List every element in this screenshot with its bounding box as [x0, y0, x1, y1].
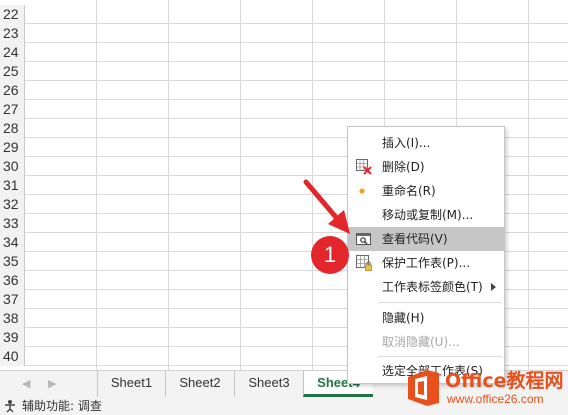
row-header[interactable]: 37 [0, 290, 25, 309]
menu-item-label: 隐藏(H) [382, 311, 425, 325]
sheet-tab-sheet2[interactable]: Sheet2 [165, 371, 234, 397]
menu-item-protect-sheet[interactable]: 保护工作表(P)... [348, 251, 504, 275]
menu-item-label: 删除(D) [382, 160, 425, 174]
scroll-tabs-right-icon[interactable]: ▶ [48, 377, 56, 390]
menu-item-delete[interactable]: 删除(D) [348, 155, 504, 179]
grid-row: 26 [0, 81, 568, 100]
menu-item-insert[interactable]: 插入(I)... [348, 131, 504, 155]
bullet-icon [359, 188, 365, 194]
grid-row: 27 [0, 100, 568, 119]
grid-row: 22 [0, 5, 568, 24]
row-header[interactable]: 40 [0, 347, 25, 366]
menu-item-label: 移动或复制(M)... [382, 208, 474, 222]
grid-row: 23 [0, 24, 568, 43]
sheet-tab-sheet1[interactable]: Sheet1 [97, 371, 165, 397]
menu-item-label: 取消隐藏(U)... [382, 335, 460, 349]
menu-separator [378, 356, 502, 357]
view-code-icon [356, 233, 371, 245]
row-header[interactable]: 31 [0, 176, 25, 195]
protect-sheet-icon [356, 255, 372, 271]
grid-row: 25 [0, 62, 568, 81]
sheet-tab-sheet3[interactable]: Sheet3 [234, 371, 303, 397]
menu-item-rename[interactable]: 重命名(R) [348, 179, 504, 203]
menu-item-view-code[interactable]: 查看代码(V) [348, 227, 504, 251]
row-header[interactable]: 23 [0, 24, 25, 43]
row-header[interactable]: 35 [0, 252, 25, 271]
accessibility-status-text[interactable]: 辅助功能: 调查 [22, 397, 102, 415]
row-header[interactable]: 22 [0, 5, 25, 24]
annotation-arrow-icon [303, 179, 350, 234]
scroll-tabs-left-icon[interactable]: ◀ [22, 377, 30, 390]
menu-separator [378, 302, 502, 303]
menu-item-label: 插入(I)... [382, 136, 431, 150]
menu-item-label: 工作表标签颜色(T) [382, 280, 483, 294]
menu-item-unhide: 取消隐藏(U)... [348, 330, 504, 354]
watermark-logo: Office教程网 www.office26.com [401, 362, 568, 415]
menu-item-label: 重命名(R) [382, 184, 436, 198]
row-header[interactable]: 36 [0, 271, 25, 290]
row-header[interactable]: 26 [0, 81, 25, 100]
row-header[interactable]: 39 [0, 328, 25, 347]
row-header[interactable]: 24 [0, 43, 25, 62]
accessibility-icon[interactable] [4, 399, 18, 413]
menu-item-move-or-copy[interactable]: 移动或复制(M)... [348, 203, 504, 227]
row-header[interactable]: 38 [0, 309, 25, 328]
row-header[interactable]: 27 [0, 100, 25, 119]
menu-item-tab-color[interactable]: 工作表标签颜色(T) [348, 275, 504, 299]
menu-item-label: 查看代码(V) [382, 232, 448, 246]
row-header[interactable]: 32 [0, 195, 25, 214]
row-header[interactable]: 28 [0, 119, 25, 138]
menu-item-hide[interactable]: 隐藏(H) [348, 306, 504, 330]
row-header[interactable]: 30 [0, 157, 25, 176]
row-header[interactable]: 34 [0, 233, 25, 252]
menu-item-label: 保护工作表(P)... [382, 256, 471, 270]
grid-row: 24 [0, 43, 568, 62]
submenu-arrow-icon [491, 283, 496, 291]
row-header[interactable]: 25 [0, 62, 25, 81]
delete-sheet-icon [356, 159, 372, 175]
watermark-brand: Office教程网 [445, 370, 564, 392]
sheet-tab-context-menu: 插入(I)... 删除(D) 重命名(R) 移动或复制(M)... 查看代码(V… [347, 126, 505, 384]
office-logo-icon [408, 370, 439, 406]
annotation-step-badge: 1 [311, 236, 349, 274]
row-header[interactable]: 29 [0, 138, 25, 157]
watermark-url: www.office26.com [447, 392, 544, 406]
row-header[interactable]: 33 [0, 214, 25, 233]
